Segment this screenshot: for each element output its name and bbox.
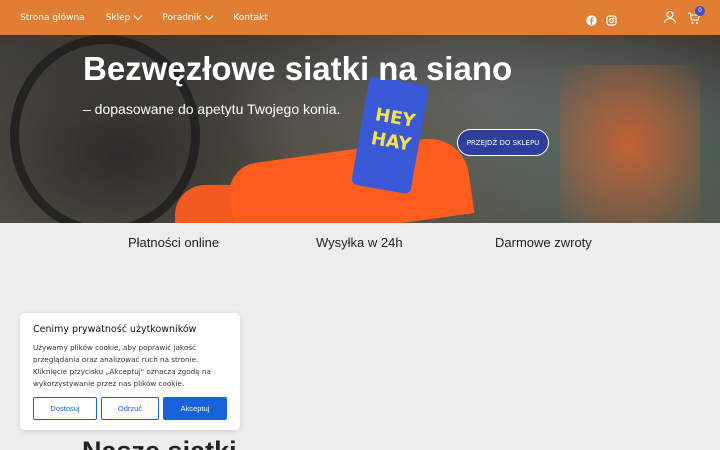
- hero-subtitle: – dopasowane do apetytu Twojego konia.: [83, 101, 341, 117]
- customize-button[interactable]: Dostosuj: [33, 397, 97, 420]
- nav-item-label: Poradnik: [162, 12, 202, 23]
- instagram-icon[interactable]: [606, 11, 617, 26]
- nav-item-label: Kontakt: [233, 12, 268, 23]
- chevron-down-icon: [205, 11, 214, 21]
- cookie-buttons: Dostosuj Odrzuć Akceptuj: [33, 397, 227, 420]
- cart-count-badge: 0: [695, 6, 705, 16]
- main-nav: Strona główna Sklep Poradnik Kontakt: [20, 11, 289, 23]
- nav-item-label: Sklep: [105, 12, 131, 23]
- feature-online-payments: Płatności online: [128, 235, 220, 250]
- tag-text: HEY HAY: [369, 104, 417, 156]
- cookie-text: Używamy plików cookie, aby poprawić jako…: [33, 343, 211, 388]
- hero-banner: HEY HAY Bezwęzłowe siatki na siano – dop…: [0, 35, 720, 223]
- nav-item-shop[interactable]: Sklep: [105, 11, 143, 23]
- nav-item-home[interactable]: Strona główna: [20, 13, 85, 23]
- reject-button[interactable]: Odrzuć: [101, 397, 159, 420]
- social-links: [586, 11, 617, 26]
- nav-item-contact[interactable]: Kontakt: [233, 13, 267, 23]
- go-to-shop-button[interactable]: PRZEJDŹ DO SKLEPU: [457, 129, 549, 156]
- cookie-consent-banner: Cenimy prywatność użytkowników Używamy p…: [20, 313, 240, 430]
- chevron-down-icon: [134, 11, 143, 21]
- cookie-title: Cenimy prywatność użytkowników: [33, 324, 197, 335]
- feature-shipping: Wysyłka w 24h: [316, 235, 403, 250]
- feature-free-returns: Darmowe zwroty: [495, 235, 592, 250]
- nav-item-label: Strona główna: [20, 12, 85, 23]
- site-header: Strona główna Sklep Poradnik Kontakt 0: [0, 0, 720, 35]
- user-icon[interactable]: [663, 9, 677, 24]
- nav-item-guide[interactable]: Poradnik: [162, 11, 214, 23]
- accept-button[interactable]: Akceptuj: [163, 397, 227, 420]
- hero-title: Bezwęzłowe siatki na siano: [83, 50, 513, 87]
- section-title: Nasze siatki: [82, 436, 237, 450]
- hero-net-blur: [560, 65, 700, 223]
- facebook-icon[interactable]: [586, 11, 597, 26]
